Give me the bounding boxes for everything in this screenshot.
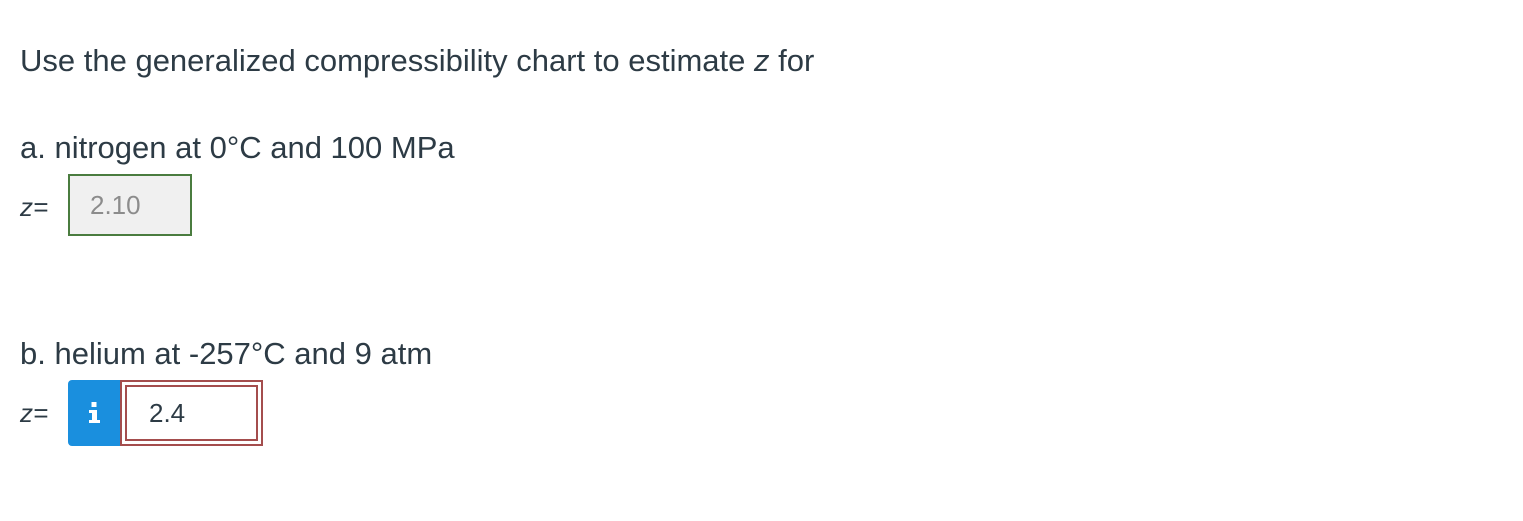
part-b-z-label: z=: [20, 398, 49, 428]
part-b-answer-value: 2.4: [149, 397, 186, 428]
question-variable: z: [754, 43, 770, 78]
part-b-answer-input[interactable]: 2.4: [125, 385, 258, 441]
question-prompt-end: for: [769, 43, 815, 78]
part-b-answer-field[interactable]: 2.4: [120, 380, 263, 446]
part-a-answer-field[interactable]: 2.10: [68, 174, 192, 236]
part-a-answer-value: 2.10: [90, 189, 141, 220]
part-a-label: a. nitrogen at 0°C and 100 MPa: [20, 130, 455, 165]
info-button[interactable]: [68, 380, 120, 446]
info-icon: [89, 402, 100, 423]
part-a-z-label: z=: [20, 192, 49, 222]
part-b-label: b. helium at -257°C and 9 atm: [20, 336, 433, 371]
question-prompt: Use the generalized compressibility char…: [20, 40, 814, 82]
question-prompt-start: Use the generalized compressibility char…: [20, 43, 754, 78]
